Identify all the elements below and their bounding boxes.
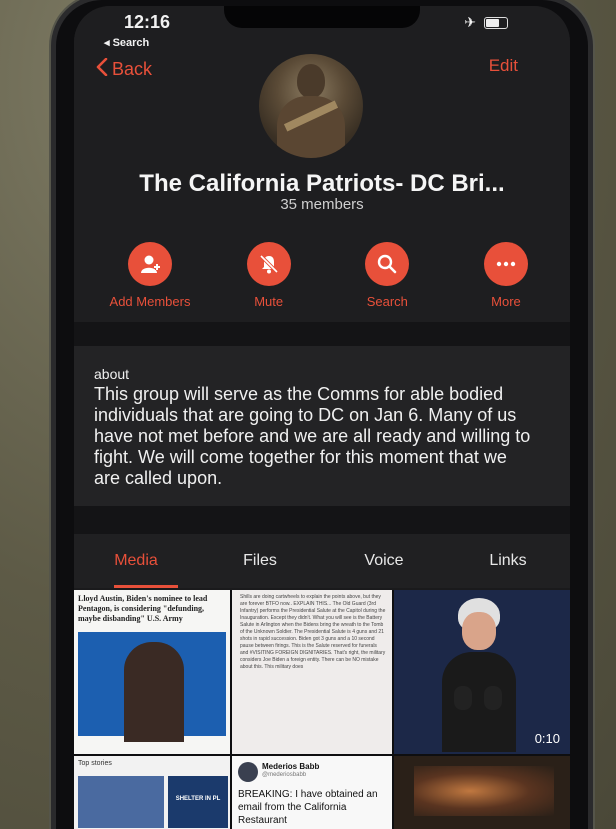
tile-post-text: Shills are doing cartwheels to explain t…	[240, 594, 386, 670]
back-label: Back	[112, 59, 153, 79]
more-icon	[483, 242, 528, 286]
notch	[224, 6, 420, 28]
status-time: 12:16	[124, 12, 171, 32]
tweet-text: BREAKING: I have obtained an email from …	[238, 789, 378, 826]
edit-button[interactable]: Edit	[489, 56, 518, 76]
section-divider	[74, 322, 570, 346]
about-label: about	[94, 366, 130, 382]
search-icon	[365, 242, 410, 286]
tweet-handle: @mederiosbabb	[262, 772, 307, 778]
top-stories-header: Top stories	[78, 760, 112, 767]
add-members-label: Add Members	[109, 294, 191, 309]
group-avatar[interactable]	[259, 54, 363, 158]
bell-off-icon	[246, 242, 291, 286]
search-label: Search	[366, 294, 408, 309]
member-count[interactable]: 35 members	[74, 196, 570, 213]
story-badge: SHELTER IN PL	[168, 776, 228, 828]
media-tile-news-article[interactable]: Lloyd Austin, Biden's nominee to lead Pe…	[74, 590, 230, 754]
video-thumbnail	[442, 598, 516, 752]
about-text: This group will serve as the Comms for a…	[94, 384, 531, 488]
chevron-left-icon	[96, 57, 108, 81]
media-tile-photo[interactable]	[394, 756, 570, 829]
photo-thumbnail	[414, 766, 554, 816]
media-tabs: Media Files Voice Links	[74, 534, 570, 588]
group-title: The California Patriots- DC Bri...	[139, 170, 505, 197]
mute-label: Mute	[254, 294, 284, 309]
back-button[interactable]: Back	[96, 57, 153, 81]
media-tile-text-post[interactable]: Shills are doing cartwheels to explain t…	[232, 590, 392, 754]
tab-files[interactable]: Files	[198, 534, 322, 588]
media-tile-tweet[interactable]: Mederios Babb @mederiosbabb BREAKING: I …	[232, 756, 392, 829]
video-duration: 0:10	[534, 731, 560, 746]
add-members-button[interactable]: Add Members	[100, 242, 200, 309]
status-icons: ✈	[464, 14, 508, 31]
media-tile-video[interactable]: 0:10	[394, 590, 570, 754]
story-image	[78, 776, 164, 828]
mute-button[interactable]: Mute	[219, 242, 319, 309]
tweet-author: Mederios Babb	[262, 762, 320, 771]
section-divider	[74, 506, 570, 534]
more-button[interactable]: More	[456, 242, 556, 309]
action-bar: Add Members Mute Search More	[100, 242, 556, 309]
media-grid: Lloyd Austin, Biden's nominee to lead Pe…	[74, 590, 570, 829]
more-label: More	[491, 294, 521, 309]
tab-media[interactable]: Media	[74, 534, 198, 588]
airplane-icon: ✈	[464, 14, 476, 30]
avatar	[238, 762, 258, 782]
tile-headline: Lloyd Austin, Biden's nominee to lead Pe…	[78, 594, 208, 623]
media-tile-top-stories[interactable]: Top stories SHELTER IN PL	[74, 756, 230, 829]
phone-screen: 12:16 ◂ Search ✈ Back Edit The Californi…	[74, 6, 570, 829]
add-user-icon	[128, 242, 172, 286]
tab-voice[interactable]: Voice	[322, 534, 446, 588]
search-button[interactable]: Search	[337, 242, 437, 309]
battery-icon	[484, 16, 508, 29]
tab-links[interactable]: Links	[446, 534, 570, 588]
about-section: about This group will serve as the Comms…	[74, 346, 570, 506]
back-to-search-link[interactable]: ◂ Search	[104, 36, 149, 49]
news-photo	[78, 632, 226, 742]
